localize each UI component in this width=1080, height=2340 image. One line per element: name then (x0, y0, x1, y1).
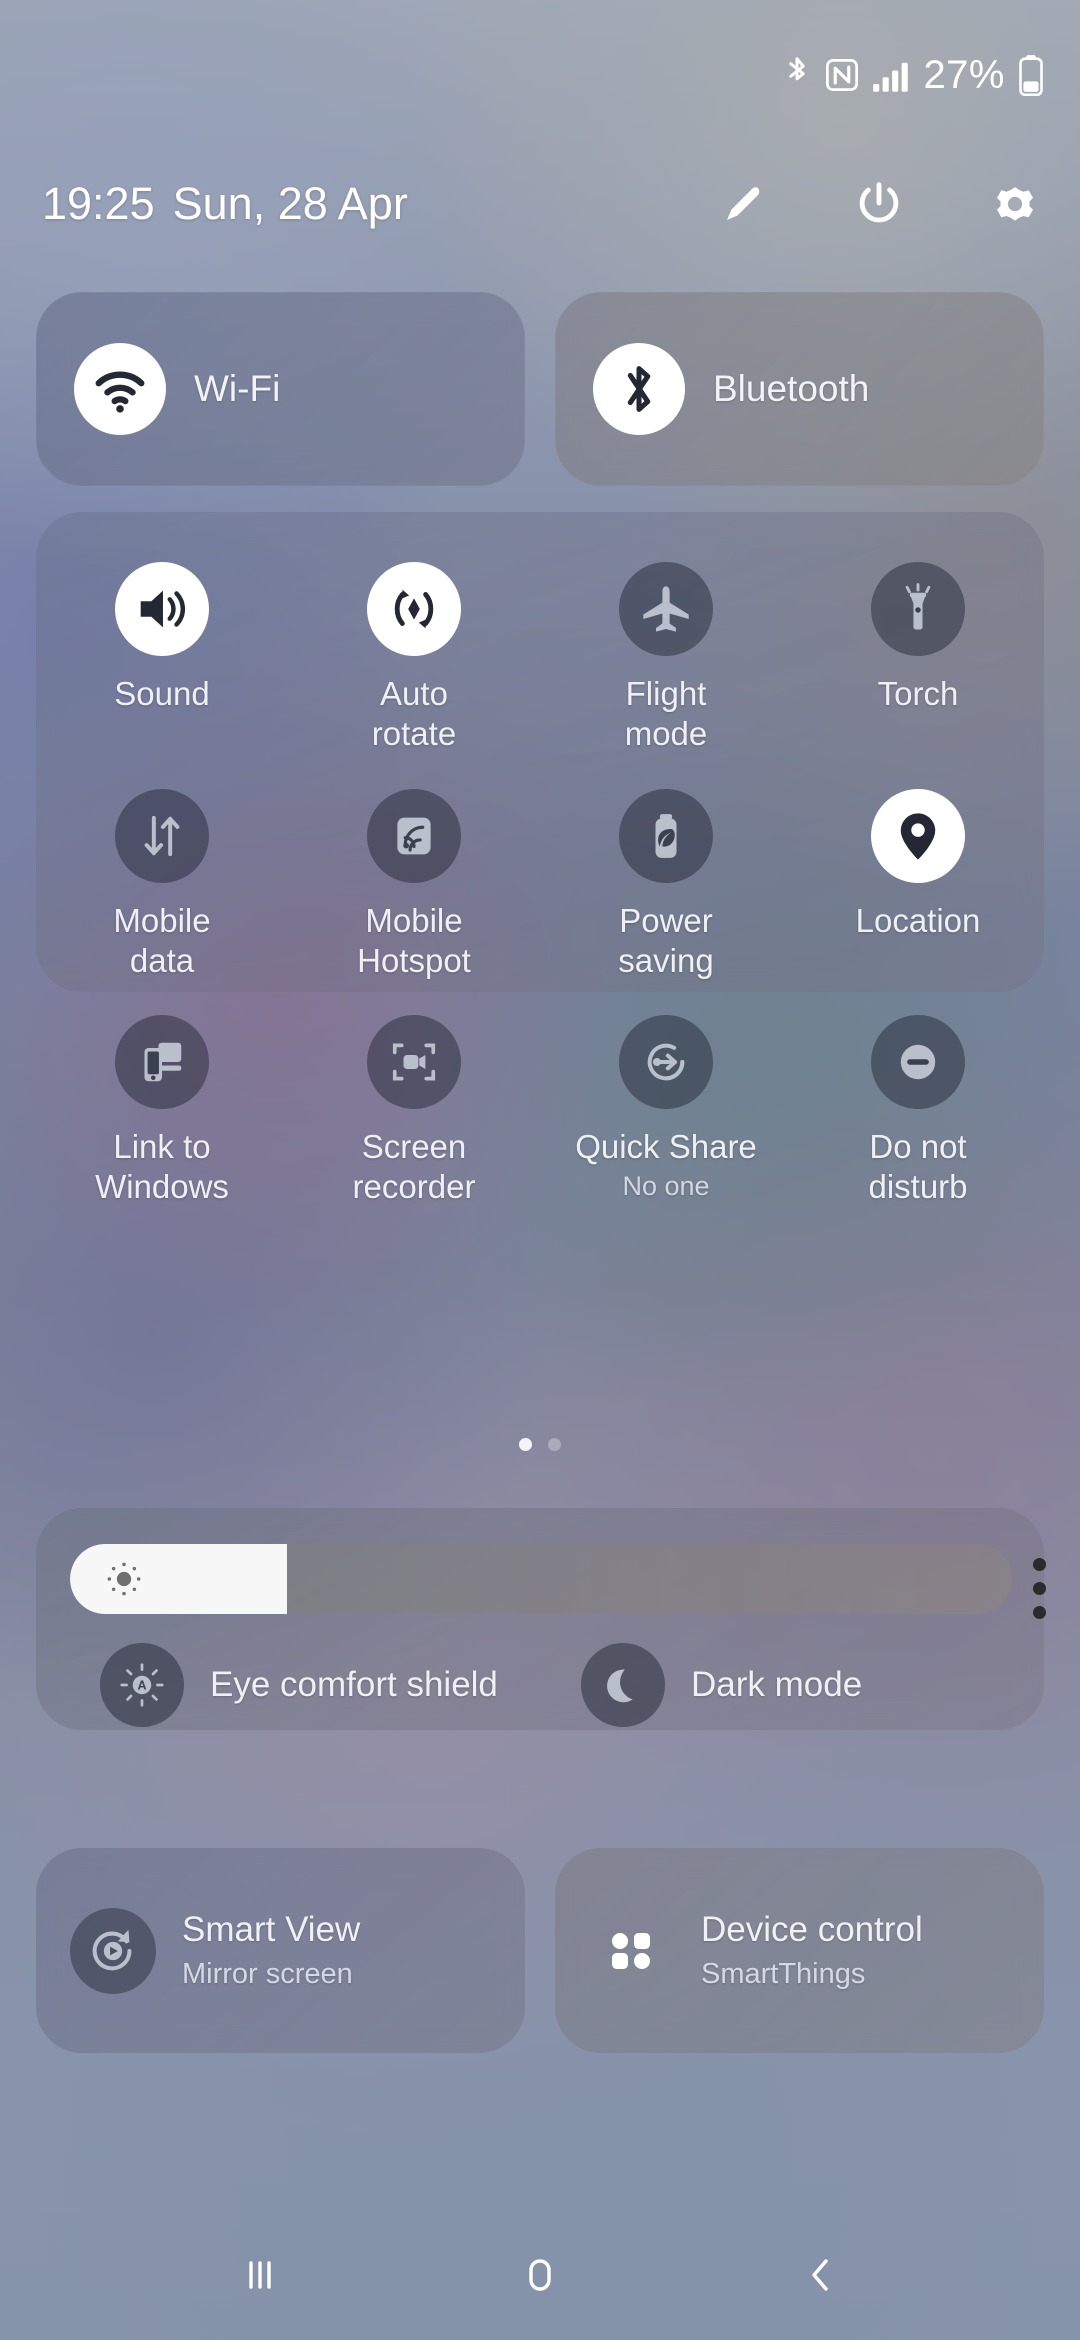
navigation-bar (0, 2210, 1080, 2340)
tile-label: Flight mode (624, 675, 708, 753)
tile-label: Mobile Hotspot (357, 901, 471, 979)
device-control-title: Device control (701, 1910, 923, 1949)
nfc-icon (825, 57, 859, 93)
tile-label: Torch (877, 675, 959, 712)
smart-view-icon (70, 1907, 156, 1994)
tile-screen-recorder[interactable]: Screen recorder (288, 1015, 540, 1208)
eye-comfort-shield-icon: A (100, 1643, 184, 1727)
brightness-slider[interactable] (70, 1544, 1012, 1614)
dark-mode-moon-icon (581, 1643, 665, 1727)
device-control-text: Device control SmartThings (701, 1910, 923, 1991)
tile-mobile-hotspot[interactable]: Mobile Hotspot (288, 788, 540, 982)
tile-label: Sound (114, 675, 210, 712)
quick-tiles-grid: Sound Auto rotate Flight mode Torch Mobi… (36, 562, 1044, 1208)
dark-mode-label: Dark mode (691, 1665, 863, 1704)
signal-bars-icon (872, 57, 910, 93)
tile-label: Do not disturb (868, 1128, 968, 1206)
smart-view-title: Smart View (182, 1910, 361, 1949)
home-icon[interactable] (495, 2230, 585, 2320)
tile-do-not-disturb[interactable]: Do not disturb (792, 1015, 1044, 1208)
airplane-icon (619, 562, 713, 656)
device-control-subtitle: SmartThings (701, 1958, 866, 1990)
do-not-disturb-icon (871, 1015, 965, 1109)
device-control-grid-icon (589, 1908, 675, 1994)
page-dot-2[interactable] (548, 1438, 561, 1451)
tile-sound[interactable]: Sound (36, 562, 288, 755)
mobile-data-icon (115, 788, 209, 883)
eye-comfort-shield-label: Eye comfort shield (210, 1665, 498, 1704)
wifi-tile[interactable]: Wi-Fi (36, 292, 525, 486)
tile-torch[interactable]: Torch (792, 562, 1044, 755)
tile-auto-rotate[interactable]: Auto rotate (288, 562, 540, 755)
power-icon[interactable] (852, 177, 906, 231)
screen-recorder-icon (367, 1015, 461, 1109)
tile-label: Screen recorder (352, 1128, 476, 1206)
connectivity-row: Wi-Fi Bluetooth (36, 292, 1044, 486)
eye-comfort-shield-toggle[interactable]: A Eye comfort shield (36, 1640, 563, 1730)
hotspot-icon (367, 788, 461, 883)
dark-mode-toggle[interactable]: Dark mode (563, 1640, 1044, 1730)
header-actions (716, 177, 1042, 231)
link-to-windows-icon (115, 1015, 209, 1109)
tile-label: Mobile data (113, 901, 211, 979)
status-bar: 27% (0, 0, 1080, 150)
quick-settings-panel: 27% 19:25 Sun, 28 Apr Wi-Fi Bluetooth So… (0, 0, 1080, 2340)
battery-percentage: 27% (923, 52, 1005, 97)
bottom-cards-row: Smart View Mirror screen Device control … (36, 1848, 1044, 2053)
tile-quick-share[interactable]: Quick Share No one (540, 1015, 792, 1208)
smart-view-subtitle: Mirror screen (182, 1958, 353, 1990)
device-control-card[interactable]: Device control SmartThings (555, 1848, 1044, 2053)
tile-flight-mode[interactable]: Flight mode (540, 562, 792, 755)
page-indicator (0, 1438, 1080, 1451)
svg-text:A: A (137, 1678, 146, 1692)
recents-icon[interactable] (215, 2230, 305, 2320)
bluetooth-label: Bluetooth (713, 368, 870, 409)
brightness-slider-fill (70, 1544, 287, 1614)
flashlight-icon (871, 562, 965, 656)
tile-label: Quick Share (575, 1128, 757, 1165)
more-vertical-icon[interactable] (1033, 1558, 1046, 1619)
bluetooth-icon (782, 55, 812, 95)
tile-mobile-data[interactable]: Mobile data (36, 788, 288, 982)
current-date: Sun, 28 Apr (172, 178, 408, 229)
smart-view-card[interactable]: Smart View Mirror screen (36, 1848, 525, 2053)
settings-gear-icon[interactable] (988, 177, 1042, 231)
tile-link-to-windows[interactable]: Link to Windows (36, 1015, 288, 1208)
power-saving-icon (619, 788, 713, 883)
tile-label: Auto rotate (371, 675, 457, 753)
battery-icon (1018, 54, 1044, 96)
auto-rotate-icon (367, 562, 461, 656)
tile-sublabel: No one (622, 1171, 710, 1202)
bluetooth-icon (593, 343, 685, 435)
wifi-label: Wi-Fi (194, 368, 281, 409)
tile-label: Link to Windows (95, 1128, 229, 1206)
quick-share-icon (619, 1015, 713, 1109)
display-toggles-row: A Eye comfort shield Dark mode (36, 1640, 1044, 1730)
tile-label: Location (855, 901, 981, 939)
location-pin-icon (871, 788, 965, 883)
clock-time: 19:25 (42, 178, 155, 229)
tile-power-saving[interactable]: Power saving (540, 788, 792, 982)
edit-pencil-icon[interactable] (716, 177, 770, 231)
page-dot-1[interactable] (519, 1438, 532, 1451)
smart-view-text: Smart View Mirror screen (182, 1910, 360, 1991)
clock-date: 19:25 Sun, 28 Apr (42, 178, 408, 230)
tile-label: Power saving (618, 901, 714, 979)
panel-header: 19:25 Sun, 28 Apr (0, 168, 1080, 240)
wifi-icon (74, 343, 166, 435)
volume-icon (115, 562, 209, 656)
tile-location[interactable]: Location (792, 788, 1044, 982)
brightness-sun-icon (102, 1557, 146, 1601)
back-icon[interactable] (775, 2230, 865, 2320)
bluetooth-tile[interactable]: Bluetooth (555, 292, 1044, 486)
